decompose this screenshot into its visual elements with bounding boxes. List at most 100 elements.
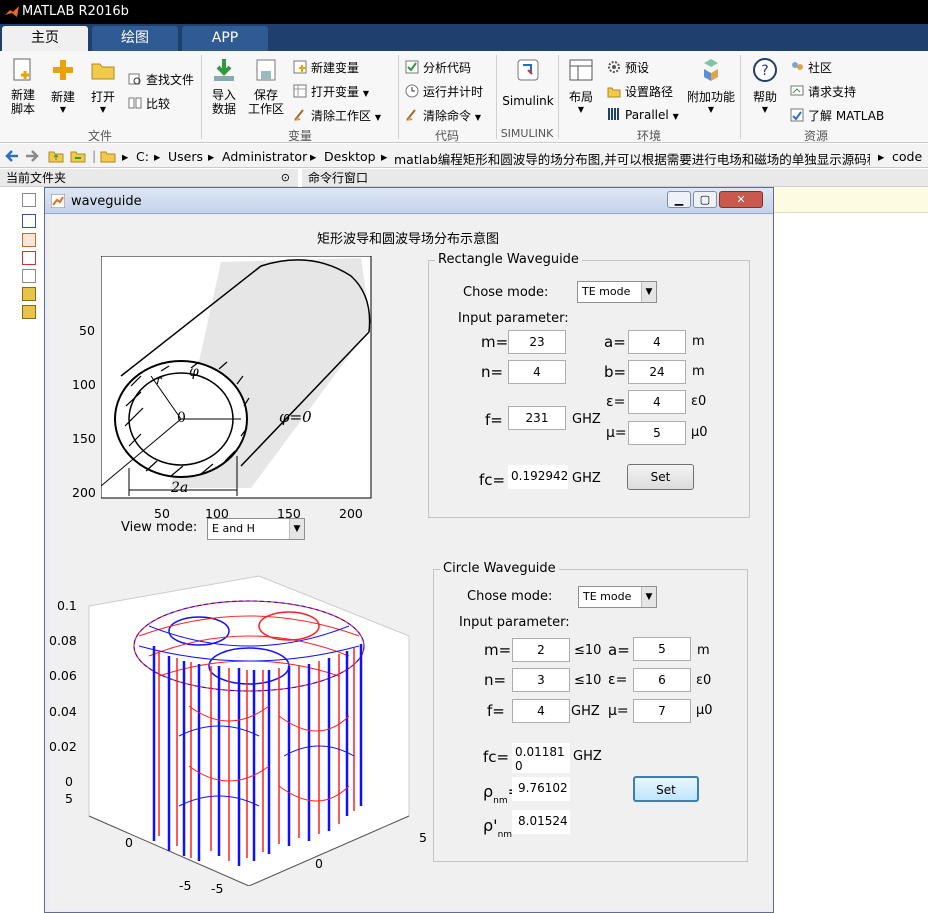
forward-arrow-icon[interactable] bbox=[24, 148, 40, 164]
folder-icon bbox=[91, 63, 115, 80]
path-separator: | bbox=[92, 148, 97, 163]
circle-a-label: a= bbox=[608, 641, 630, 659]
rect-m-label: m= bbox=[481, 333, 509, 351]
rect-a-label: a= bbox=[604, 333, 626, 351]
breadcrumb-item[interactable]: Users bbox=[168, 149, 203, 164]
import-icon bbox=[214, 59, 234, 81]
parallel-button[interactable]: Parallel ▼ bbox=[607, 107, 679, 122]
import-data-button[interactable]: 导入 数据 bbox=[206, 57, 242, 116]
word-file-icon[interactable] bbox=[22, 214, 36, 228]
circle-n-label: n= bbox=[484, 671, 507, 689]
rect-n-label: n= bbox=[481, 363, 504, 381]
request-support-button[interactable]: 请求支持 bbox=[790, 83, 856, 100]
chevron-down-icon: ▼ bbox=[577, 105, 585, 114]
file-icon[interactable] bbox=[22, 269, 36, 283]
jpg-file-icon[interactable] bbox=[22, 287, 36, 301]
breadcrumb-item[interactable]: Desktop bbox=[324, 149, 376, 164]
close-button[interactable]: ✕ bbox=[719, 191, 763, 208]
help-button[interactable]: ? 帮助 ▼ bbox=[748, 57, 782, 114]
circle-n-input[interactable]: 3 bbox=[512, 668, 570, 692]
window-titlebar: waveguide ▁ ▢ ✕ bbox=[45, 188, 773, 214]
m-file-icon[interactable] bbox=[22, 251, 36, 265]
x-tick-label: 5 bbox=[419, 830, 427, 845]
address-bar: | ▸ C: ▸ Users ▸ Administrator ▸ Desktop… bbox=[0, 144, 928, 168]
new-variable-button[interactable]: 新建变量 bbox=[293, 59, 359, 76]
analyze-code-icon bbox=[405, 60, 419, 74]
rect-n-input[interactable]: 4 bbox=[508, 360, 566, 384]
tab-apps[interactable]: APP bbox=[182, 26, 268, 51]
back-arrow-icon[interactable] bbox=[4, 148, 20, 164]
preferences-button[interactable]: 预设 bbox=[607, 59, 649, 76]
group-label-environment: 环境 bbox=[636, 129, 661, 143]
circle-a-unit: m bbox=[697, 643, 710, 658]
circle-set-button[interactable]: Set bbox=[633, 776, 699, 802]
learn-icon bbox=[790, 108, 804, 122]
circle-eps-input[interactable]: 6 bbox=[633, 668, 691, 692]
clear-workspace-button[interactable]: 清除工作区 ▼ bbox=[293, 107, 381, 124]
breadcrumb-arrow-icon: ▸ bbox=[381, 149, 388, 164]
y-tick-label: 200 bbox=[72, 485, 96, 500]
circle-m-input[interactable]: 2 bbox=[512, 638, 570, 662]
rect-f-label: f= bbox=[485, 411, 503, 429]
view-mode-select[interactable]: E and H ▼ bbox=[207, 518, 305, 540]
compare-button[interactable]: 比较 bbox=[128, 95, 170, 112]
circle-mode-select[interactable]: TE mode ▼ bbox=[578, 586, 657, 608]
breadcrumb-item[interactable]: C: bbox=[136, 149, 149, 164]
rect-fc-value: 0.192942 bbox=[508, 465, 568, 489]
new-script-button[interactable]: 新建 脚本 bbox=[6, 57, 40, 116]
save-workspace-button[interactable]: 保存 工作区 bbox=[246, 57, 286, 116]
clear-commands-button[interactable]: 清除命令 ▼ bbox=[405, 107, 481, 124]
chevron-down-icon: ▼ bbox=[672, 112, 679, 121]
rect-m-input[interactable]: 23 bbox=[508, 330, 566, 354]
open-variable-button[interactable]: 打开变量 ▼ bbox=[293, 83, 369, 100]
circle-a-input[interactable]: 5 bbox=[633, 637, 691, 661]
rect-a-input[interactable]: 4 bbox=[628, 330, 686, 354]
y-tick-label: 5 bbox=[65, 791, 73, 806]
current-folder-title: 当前文件夹 bbox=[6, 171, 67, 185]
y-tick-label: 50 bbox=[79, 323, 95, 338]
analyze-code-button[interactable]: 分析代码 bbox=[405, 59, 471, 76]
z-tick-label: 0.1 bbox=[57, 598, 77, 613]
fig-file-icon[interactable] bbox=[22, 233, 36, 247]
layout-button[interactable]: 布局 ▼ bbox=[564, 57, 598, 114]
gear-icon bbox=[608, 61, 620, 73]
simulink-icon bbox=[517, 59, 539, 81]
new-variable-icon bbox=[293, 60, 307, 74]
minimize-button[interactable]: ▁ bbox=[667, 191, 691, 208]
breadcrumb-arrow-icon: ▸ bbox=[208, 149, 215, 164]
rect-mu-input[interactable]: 5 bbox=[628, 421, 686, 445]
command-window-header: 命令行窗口 bbox=[302, 169, 928, 187]
simulink-button[interactable]: Simulink bbox=[502, 57, 554, 108]
breadcrumb-item[interactable]: code bbox=[892, 149, 922, 164]
maximize-button[interactable]: ▢ bbox=[693, 191, 717, 208]
jpg-file-icon[interactable] bbox=[22, 305, 36, 319]
breadcrumb-item[interactable]: Administrator bbox=[222, 149, 307, 164]
run-and-time-button[interactable]: 运行并计时 bbox=[405, 83, 483, 100]
rect-set-button[interactable]: Set bbox=[627, 464, 694, 490]
open-button[interactable]: 打开 ▼ bbox=[86, 57, 120, 114]
set-path-button[interactable]: 设置路径 bbox=[607, 83, 673, 100]
community-button[interactable]: 社区 bbox=[790, 59, 832, 76]
circle-f-input[interactable]: 4 bbox=[512, 699, 570, 723]
rect-mode-select[interactable]: TE mode ▼ bbox=[577, 281, 657, 303]
up-folder-icon[interactable] bbox=[48, 148, 64, 164]
rect-b-input[interactable]: 24 bbox=[628, 360, 686, 384]
tab-plots[interactable]: 绘图 bbox=[92, 26, 178, 51]
rect-f-unit: GHZ bbox=[572, 412, 601, 427]
find-files-button[interactable]: 查找文件 bbox=[128, 71, 194, 88]
file-icon[interactable] bbox=[22, 193, 36, 207]
circle-eps-unit: ε0 bbox=[696, 673, 712, 688]
circle-mu-input[interactable]: 7 bbox=[633, 699, 691, 723]
rect-fc-unit: GHZ bbox=[572, 471, 601, 486]
add-ons-button[interactable]: 附加功能 ▼ bbox=[686, 57, 736, 114]
browse-folder-icon[interactable] bbox=[70, 148, 86, 164]
breadcrumb-item[interactable]: matlab编程矩形和圆波导的场分布图,并可以根据需要进行电场和磁场的单独显示源… bbox=[394, 149, 870, 168]
new-button[interactable]: 新建 ▼ bbox=[46, 57, 80, 114]
panel-menu-icon[interactable]: ⊙ bbox=[281, 169, 290, 187]
phi-label: φ bbox=[189, 364, 199, 380]
tab-home[interactable]: 主页 bbox=[2, 26, 88, 51]
learn-matlab-button[interactable]: 了解 MATLAB bbox=[790, 107, 884, 124]
open-variable-icon bbox=[293, 84, 307, 98]
rect-f-input[interactable]: 231 bbox=[508, 406, 566, 430]
rect-eps-input[interactable]: 4 bbox=[628, 390, 686, 414]
